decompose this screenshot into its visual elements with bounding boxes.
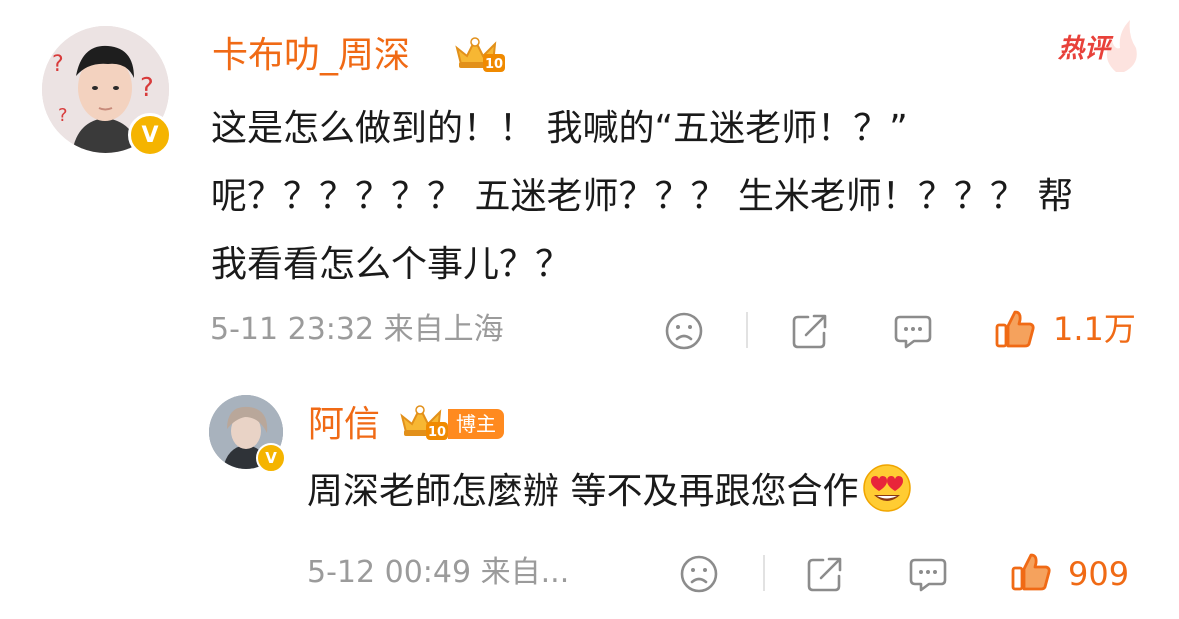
verified-badge-icon: V [128,113,172,157]
comment-location: 来自上海 [383,312,504,347]
crown-level-badge-icon: 10 [455,37,505,72]
comment-line: 呢？？？？？？ 五迷老师？？？ 生米老师！？？？ 帮 [211,176,1074,217]
like-count[interactable]: 1.1万 [1053,313,1136,345]
svg-text:10: 10 [485,57,503,72]
comment-icon[interactable] [907,554,949,594]
blogger-role-tag: 博主 [448,409,504,439]
sad-face-icon[interactable] [679,554,719,594]
svg-text:?: ? [140,73,154,103]
reply-text: 周深老師怎麼辦 等不及再跟您合作 [307,471,859,512]
action-divider [763,555,765,591]
reply-body: 周深老師怎麼辦 等不及再跟您合作 [307,458,1167,526]
crown-level-badge-icon: 10 [400,405,448,440]
comment-icon[interactable] [892,311,934,351]
verified-badge-icon: V [256,443,286,473]
action-divider [746,312,748,348]
commenter-username[interactable]: 卡布叻_周深 [212,38,410,74]
comment-line: 这是怎么做到的！！ 我喊的“五迷老师！？” [211,108,908,149]
thumbs-up-icon[interactable] [994,308,1036,350]
hot-comment-tag: 热评 [1058,34,1111,64]
share-icon[interactable] [790,311,830,351]
replier-username[interactable]: 阿信 [308,407,380,443]
comment-meta: 5-11 23:32 来自上海 [210,315,504,345]
reply-meta: 5-12 00:49 来自... [307,558,569,588]
sad-face-icon[interactable] [664,311,704,351]
svg-text:10: 10 [428,425,446,440]
share-icon[interactable] [805,554,845,594]
svg-text:?: ? [58,105,68,126]
comment-line: 我看看怎么个事儿？？ [211,244,572,285]
reply-location: 来自... [480,555,570,590]
thumbs-up-icon[interactable] [1010,551,1052,593]
comment-body: 这是怎么做到的！！ 我喊的“五迷老师！？” 呢？？？？？？ 五迷老师？？？ 生米… [211,95,1161,299]
heart-eyes-emoji-icon [863,464,912,512]
reply-time: 5-12 00:49 [307,555,472,590]
comment-time: 5-11 23:32 [210,312,375,347]
like-count[interactable]: 909 [1068,558,1129,590]
svg-text:?: ? [52,52,64,77]
